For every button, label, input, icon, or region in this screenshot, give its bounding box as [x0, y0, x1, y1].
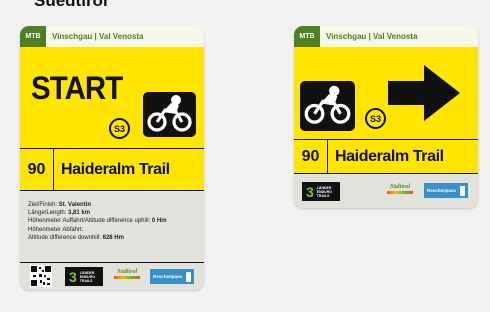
- reschenpass-logo: Reschenpass: [424, 183, 468, 198]
- trail-row: 90 Haideralm Trail: [294, 139, 478, 174]
- suedtirol-logo: Südtirol: [385, 184, 415, 194]
- logo-footer: 3 LÄNDER ENDURO TRAILS Südtirol Reschenpas…: [20, 263, 204, 290]
- area-label: Vinschgau | Val Venosta: [326, 32, 418, 41]
- reschenpass-figure-icon: [460, 185, 465, 196]
- trail-row: 90 Haideralm Trail: [20, 148, 204, 191]
- sign-header: MTB Vinschgau | Val Venosta: [294, 26, 478, 47]
- trail-info: Ziel/Finish: St. Valentin Länge/Length: …: [20, 191, 204, 263]
- info-line-finish: Ziel/Finish: St. Valentin: [28, 202, 92, 208]
- info-line-downhill-en: Altitude difference downhill: 628 Hm: [28, 234, 124, 241]
- direction-sign: MTB Vinschgau | Val Venosta S3 90 Haider…: [294, 26, 478, 208]
- difficulty-badge: S3: [109, 118, 130, 139]
- info-line-length: Länge/Length: 3,81 km: [28, 210, 91, 217]
- trail-name: Haideralm Trail: [61, 160, 170, 178]
- three-countries-logo: 3 LÄNDER ENDURO TRAILS: [65, 267, 103, 286]
- trail-number: 90: [20, 149, 54, 190]
- mtb-badge: MTB: [20, 26, 46, 47]
- trail-number: 90: [294, 140, 328, 173]
- area-label: Vinschgau | Val Venosta: [52, 32, 144, 41]
- qr-code-icon: [30, 265, 52, 287]
- reschenpass-figure-icon: [186, 271, 191, 282]
- right-arrow-icon: [388, 65, 460, 121]
- sign-header: MTB Vinschgau | Val Venosta: [20, 26, 204, 47]
- start-headline: START: [31, 70, 123, 106]
- reschenpass-logo: Reschenpass: [150, 269, 194, 284]
- mountain-bike-icon: [143, 92, 196, 137]
- mountain-bike-icon: [300, 81, 355, 131]
- difficulty-badge: S3: [365, 108, 386, 129]
- three-countries-logo: 3 LÄNDER ENDURO TRAILS: [302, 182, 340, 201]
- start-sign: MTB Vinschgau | Val Venosta START S3 90 …: [20, 26, 204, 290]
- suedtirol-logo: Südtirol: [112, 269, 142, 279]
- info-line-uphill: Höhenmeter Auffahrt/Altitude difference …: [28, 218, 167, 225]
- mtb-badge: MTB: [294, 26, 320, 47]
- info-line-downhill-de: Höhenmeter Abfahrt:: [28, 226, 84, 233]
- logo-footer: 3 LÄNDER ENDURO TRAILS Südtirol Reschenpas…: [294, 174, 478, 208]
- trail-name: Haideralm Trail: [335, 147, 444, 165]
- clipped-heading: Suedtirol: [34, 0, 108, 10]
